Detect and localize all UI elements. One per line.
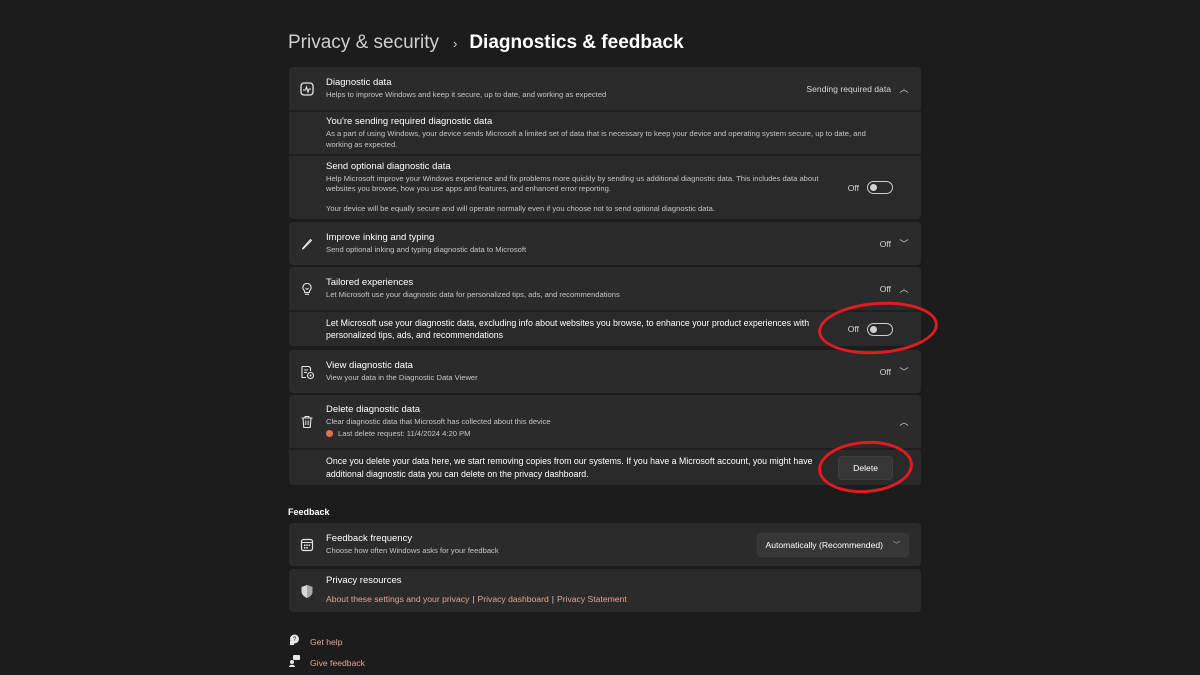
optional-data-title: Send optional diagnostic data xyxy=(326,160,451,172)
required-data-description: As a part of using Windows, your device … xyxy=(326,129,866,149)
delete-header[interactable]: Delete diagnostic data Clear diagnostic … xyxy=(289,395,921,448)
optional-data-toggle[interactable] xyxy=(867,181,893,194)
chevron-up-icon[interactable]: ︿ xyxy=(899,415,909,428)
get-help-link[interactable]: ? Get help xyxy=(288,633,343,651)
page-title: Diagnostics & feedback xyxy=(469,32,684,53)
breadcrumb-separator-icon: › xyxy=(452,35,458,51)
view-diagnostic-data-card[interactable]: View diagnostic data View your data in t… xyxy=(289,350,921,393)
diagnostic-data-header[interactable]: Diagnostic data Helps to improve Windows… xyxy=(289,67,921,110)
calendar-icon xyxy=(299,537,315,553)
privacy-links: About these settings and your privacy | Pr… xyxy=(326,589,627,607)
tailored-description: Let Microsoft use your diagnostic data f… xyxy=(326,289,620,299)
diagnostic-pulse-icon xyxy=(299,81,315,97)
breadcrumb-parent[interactable]: Privacy & security xyxy=(288,32,439,54)
delete-diagnostic-data-card: Delete diagnostic data Clear diagnostic … xyxy=(289,395,921,485)
diagnostic-data-title: Diagnostic data xyxy=(326,76,392,88)
about-settings-link[interactable]: About these settings and your privacy xyxy=(326,594,469,604)
privacy-dashboard-link[interactable]: Privacy dashboard xyxy=(478,594,549,604)
optional-data-description: Help Microsoft improve your Windows expe… xyxy=(326,173,819,194)
delete-title: Delete diagnostic data xyxy=(326,403,421,415)
feedback-frequency-selected: Automatically (Recommended) xyxy=(765,539,884,550)
privacy-statement-link[interactable]: Privacy Statement xyxy=(557,594,627,604)
view-data-title: View diagnostic data xyxy=(326,359,413,371)
delete-sub-row: Once you delete your data here, we start… xyxy=(289,448,921,485)
link-separator: | xyxy=(472,593,475,604)
trash-icon xyxy=(299,414,315,430)
breadcrumb: Privacy & security › Diagnostics & feedb… xyxy=(288,32,684,54)
tailored-status: Off xyxy=(879,283,891,294)
give-feedback-text[interactable]: Give feedback xyxy=(310,658,365,668)
pen-icon xyxy=(299,236,315,252)
give-feedback-link[interactable]: Give feedback xyxy=(288,654,365,672)
get-help-text[interactable]: Get help xyxy=(310,637,343,647)
diagnostic-data-status: Sending required data xyxy=(806,83,891,94)
shield-icon xyxy=(299,583,315,599)
data-viewer-icon xyxy=(299,364,315,380)
last-delete-request-text: Last delete request: 11/4/2024 4:20 PM xyxy=(338,429,471,438)
delete-description: Clear diagnostic data that Microsoft has… xyxy=(326,416,551,426)
get-help-icon: ? xyxy=(288,633,301,651)
inking-description: Send optional inking and typing diagnost… xyxy=(326,244,527,254)
status-dot-icon xyxy=(326,430,333,437)
chevron-up-icon[interactable]: ︿ xyxy=(899,282,909,295)
inking-status: Off xyxy=(879,238,891,249)
last-delete-request: Last delete request: 11/4/2024 4:20 PM xyxy=(326,429,551,440)
inking-title: Improve inking and typing xyxy=(326,231,435,243)
tailored-title: Tailored experiences xyxy=(326,276,414,288)
optional-data-toggle-label: Off xyxy=(847,182,859,193)
tailored-sub-row: Let Microsoft use your diagnostic data, … xyxy=(289,310,921,346)
tailored-toggle[interactable] xyxy=(867,322,893,336)
view-data-status: Off xyxy=(879,366,891,377)
delete-button[interactable]: Delete xyxy=(838,455,893,480)
give-feedback-icon xyxy=(288,654,301,672)
feedback-frequency-dropdown[interactable]: Automatically (Recommended) ﹀ xyxy=(756,532,909,557)
feedback-frequency-description: Choose how often Windows asks for your f… xyxy=(326,545,499,555)
tailored-header[interactable]: Tailored experiences Let Microsoft use y… xyxy=(289,267,921,310)
feedback-frequency-card: Feedback frequency Choose how often Wind… xyxy=(289,523,921,566)
tailored-toggle-label: Off xyxy=(847,324,859,334)
diagnostic-data-description: Helps to improve Windows and keep it sec… xyxy=(326,89,607,99)
privacy-resources-card: Privacy resources About these settings a… xyxy=(289,569,921,612)
inking-card[interactable]: Improve inking and typing Send optional … xyxy=(289,222,921,265)
chevron-up-icon[interactable]: ︿ xyxy=(899,82,909,95)
chevron-down-icon[interactable]: ﹀ xyxy=(899,237,909,250)
feedback-frequency-title: Feedback frequency xyxy=(326,532,413,544)
diagnostic-data-card: Diagnostic data Helps to improve Windows… xyxy=(289,67,921,219)
required-data-title: You're sending required diagnostic data xyxy=(326,116,493,127)
tailored-sub-text: Let Microsoft use your diagnostic data, … xyxy=(326,317,810,341)
optional-data-row: Send optional diagnostic data Help Micro… xyxy=(289,154,921,219)
tailored-experiences-card: Tailored experiences Let Microsoft use y… xyxy=(289,267,921,346)
required-data-row: You're sending required diagnostic data … xyxy=(289,110,921,154)
chevron-down-icon[interactable]: ﹀ xyxy=(899,365,909,378)
link-separator: | xyxy=(551,593,554,604)
optional-data-note: Your device will be equally secure and w… xyxy=(326,203,715,213)
delete-sub-text: Once you delete your data here, we start… xyxy=(326,456,813,479)
chevron-down-icon: ﹀ xyxy=(893,541,900,549)
privacy-resources-title: Privacy resources xyxy=(326,574,402,586)
feedback-section-label: Feedback xyxy=(288,507,330,517)
view-data-description: View your data in the Diagnostic Data Vi… xyxy=(326,372,478,382)
lightbulb-icon xyxy=(299,281,315,297)
